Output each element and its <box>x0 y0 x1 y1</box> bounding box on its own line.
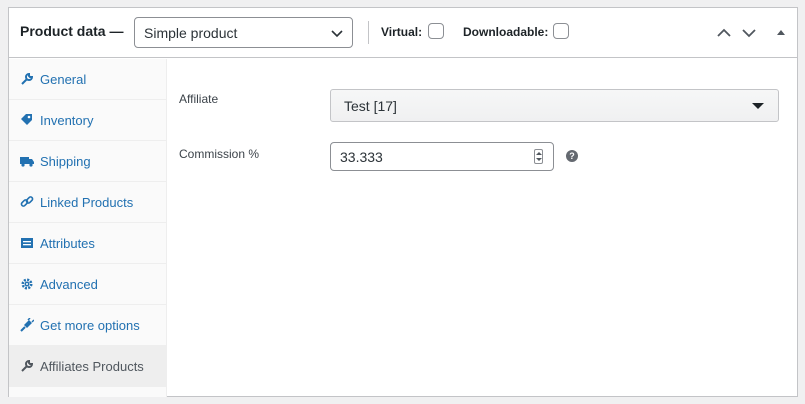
tab-inventory[interactable]: Inventory <box>9 100 167 141</box>
tab-label: Shipping <box>40 154 91 169</box>
chevron-down-icon <box>331 30 343 38</box>
help-icon[interactable]: ? <box>566 150 578 162</box>
downloadable-checkbox[interactable] <box>553 23 569 39</box>
chevron-up-icon[interactable] <box>715 24 733 42</box>
downloadable-label: Downloadable: <box>463 25 549 39</box>
panel-title: Product data — <box>20 23 124 39</box>
collapse-toggle-icon[interactable] <box>772 24 790 42</box>
spinner-up-icon <box>536 152 542 155</box>
tab-label: General <box>40 72 87 87</box>
product-data-tabs: General Inventory Shipping Linked Produc… <box>9 59 167 397</box>
product-type-value: Simple product <box>144 25 238 41</box>
tab-linked-products[interactable]: Linked Products <box>9 182 167 223</box>
tab-label: Linked Products <box>40 195 134 210</box>
virtual-label: Virtual: <box>381 25 423 39</box>
tab-shipping[interactable]: Shipping <box>9 141 167 182</box>
affiliate-value: Test [17] <box>344 98 397 114</box>
affiliate-select[interactable]: Test [17] <box>330 89 779 122</box>
list-icon <box>21 238 33 248</box>
product-type-select[interactable]: Simple product <box>134 17 353 48</box>
tab-get-more-options[interactable]: Get more options <box>9 305 167 346</box>
wrench-icon <box>21 72 34 85</box>
wrench-icon <box>21 359 34 372</box>
number-spinner[interactable] <box>534 149 543 164</box>
tab-label: Inventory <box>40 113 94 128</box>
commission-label: Commission % <box>179 147 260 161</box>
tab-label: Advanced <box>40 277 98 292</box>
tab-label: Attributes <box>40 236 95 251</box>
product-data-panel: Product data — Simple product Virtual: D… <box>8 7 798 397</box>
tab-advanced[interactable]: Advanced <box>9 264 167 305</box>
virtual-checkbox[interactable] <box>428 23 444 39</box>
gear-icon <box>21 278 33 290</box>
affiliate-label: Affiliate <box>179 92 219 106</box>
commission-value: 33.333 <box>340 149 383 165</box>
caret-down-icon <box>752 103 764 109</box>
tab-general[interactable]: General <box>9 59 167 100</box>
tab-label: Affiliates Products <box>40 359 144 374</box>
header-divider <box>368 21 369 44</box>
chevron-down-icon[interactable] <box>740 24 758 42</box>
plug-icon <box>20 318 34 332</box>
commission-input[interactable]: 33.333 <box>330 142 554 171</box>
tab-label: Get more options <box>40 318 140 333</box>
tab-affiliates-products[interactable]: Affiliates Products <box>9 346 167 387</box>
panel-header: Product data — Simple product Virtual: D… <box>9 8 797 58</box>
link-icon <box>20 196 34 207</box>
truck-icon <box>20 157 34 167</box>
tab-attributes[interactable]: Attributes <box>9 223 167 264</box>
tag-icon <box>21 114 32 125</box>
spinner-down-icon <box>536 158 542 161</box>
